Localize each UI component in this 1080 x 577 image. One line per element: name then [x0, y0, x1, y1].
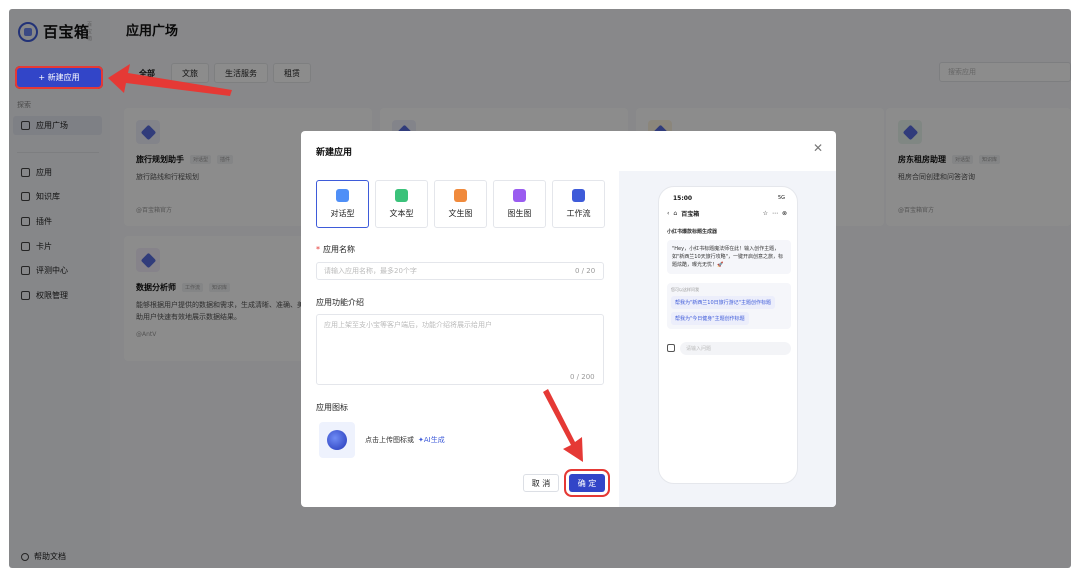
arrow-to-confirm: [543, 389, 583, 462]
annotation-arrows: [108, 64, 583, 462]
arrow-to-new-app: [108, 64, 232, 96]
